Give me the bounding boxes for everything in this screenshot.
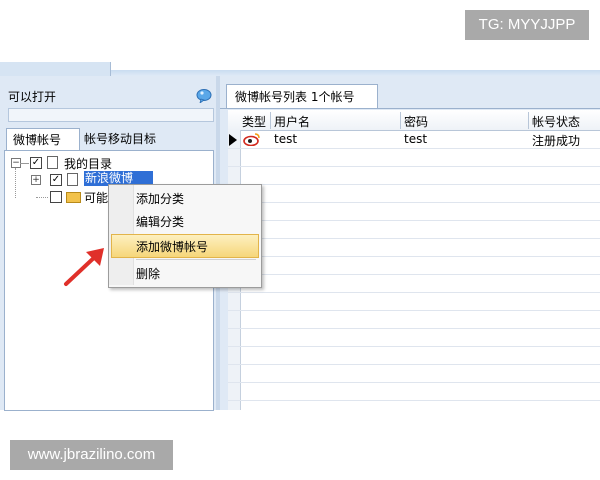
document-icon — [67, 173, 78, 186]
tree-connector — [36, 197, 48, 199]
expand-icon[interactable]: + — [31, 175, 41, 185]
grid-line — [228, 256, 600, 257]
menu-item-delete[interactable]: 删除 — [136, 265, 160, 282]
left-panel-input[interactable] — [8, 108, 214, 122]
tab-account-move-target[interactable]: 帐号移动目标 — [78, 128, 180, 150]
grid-line — [228, 382, 600, 383]
checkbox-icon[interactable] — [50, 191, 62, 203]
column-header-type[interactable]: 类型 — [242, 113, 266, 130]
folder-icon — [66, 192, 81, 203]
column-separator[interactable] — [400, 112, 401, 129]
watermark-top: TG: MYYJJPP — [465, 10, 589, 40]
row-pointer-icon — [229, 134, 237, 146]
tab-account-list[interactable]: 微博帐号列表 1个帐号 — [226, 84, 378, 109]
grid-line — [228, 274, 600, 275]
checkbox-icon[interactable]: ✓ — [30, 157, 42, 169]
column-header-status[interactable]: 帐号状态 — [532, 113, 580, 130]
cell-status[interactable]: 注册成功 — [532, 132, 580, 149]
menu-item-edit-category[interactable]: 编辑分类 — [136, 213, 184, 230]
grid-line — [228, 364, 600, 365]
grid-line — [228, 166, 600, 167]
grid-line — [228, 202, 600, 203]
grid-line — [228, 346, 600, 347]
checkbox-icon[interactable]: ✓ — [50, 174, 62, 186]
left-panel-header: 可以打开 — [8, 90, 57, 104]
grid-line — [228, 292, 600, 293]
column-header-password[interactable]: 密码 — [404, 113, 428, 130]
toolbar-strip-left — [0, 62, 111, 76]
info-balloon-icon[interactable] — [196, 89, 212, 103]
column-separator[interactable] — [528, 112, 529, 129]
red-arrow-icon — [64, 248, 104, 286]
tab-weibo-account[interactable]: 微博帐号 — [6, 128, 80, 152]
document-icon — [47, 156, 58, 169]
account-grid — [228, 110, 600, 410]
menu-item-add-weibo-account[interactable]: 添加微博帐号 — [136, 238, 208, 255]
column-header-username[interactable]: 用户名 — [274, 113, 310, 130]
tab-divider — [220, 108, 600, 109]
cell-password[interactable]: test — [404, 132, 427, 146]
tree-connector — [15, 168, 17, 198]
grid-line — [228, 328, 600, 329]
grid-line — [228, 184, 600, 185]
grid-line — [228, 238, 600, 239]
grid-line — [228, 400, 600, 401]
grid-line — [228, 220, 600, 221]
grid-line — [228, 310, 600, 311]
column-separator[interactable] — [270, 112, 271, 129]
menu-item-add-category[interactable]: 添加分类 — [136, 190, 184, 207]
tree-item-root[interactable]: 我的目录 — [64, 155, 112, 172]
watermark-bottom: www.jbrazilino.com — [10, 440, 173, 470]
menu-separator — [136, 259, 256, 260]
tree-connector — [20, 163, 29, 164]
weibo-icon — [243, 133, 260, 146]
cell-username[interactable]: test — [274, 132, 297, 146]
